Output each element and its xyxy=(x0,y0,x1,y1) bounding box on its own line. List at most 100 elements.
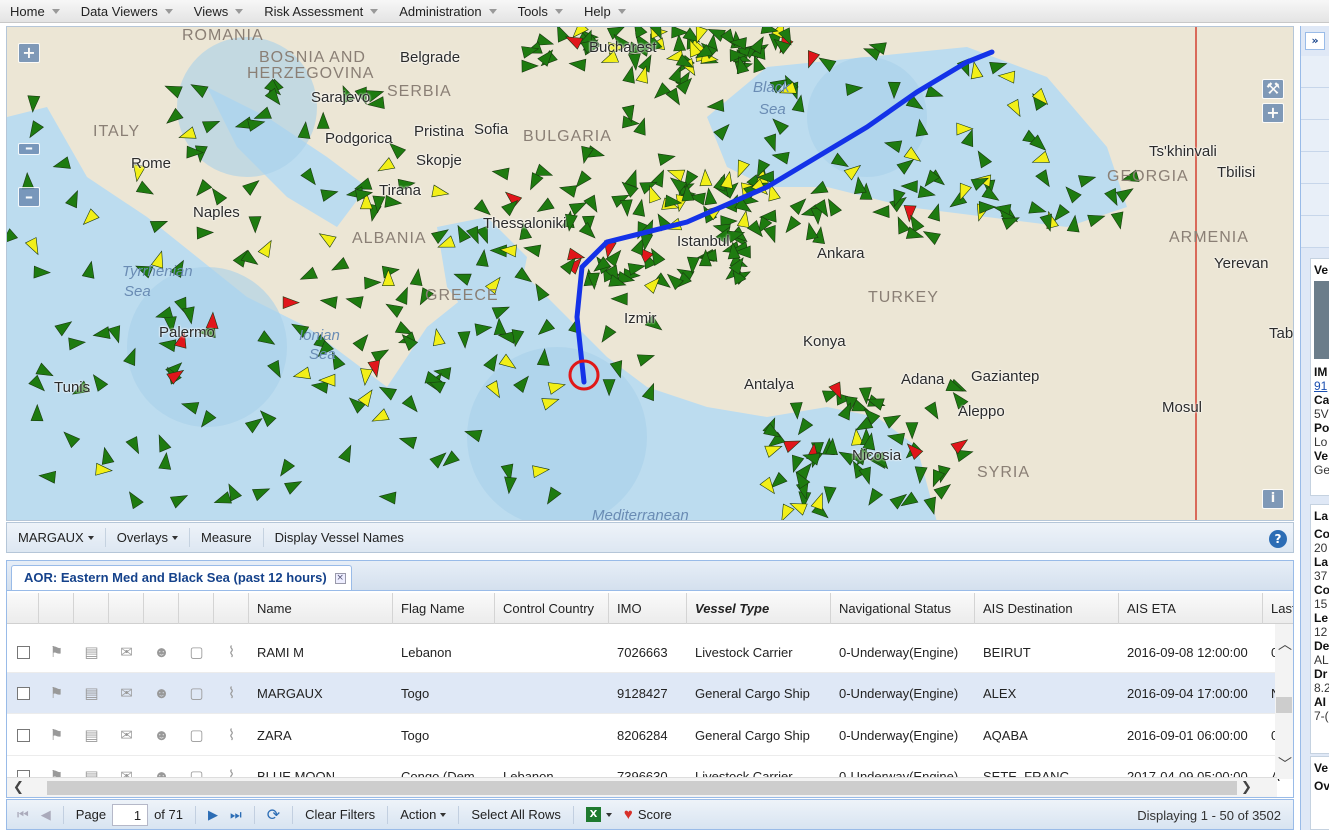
clipboard-icon[interactable]: ▤ xyxy=(74,642,109,662)
paperclip-icon[interactable]: ⌇ xyxy=(214,683,249,703)
action-menu[interactable]: Action xyxy=(400,807,447,822)
column-header-vessel-type[interactable]: Vessel Type xyxy=(687,593,831,624)
vessel-menu[interactable]: MARGAUX xyxy=(7,528,106,547)
column-header-ais-destination[interactable]: AIS Destination xyxy=(975,593,1119,624)
flag-icon[interactable]: ⚑ xyxy=(39,642,74,662)
people-icon[interactable]: ☻ xyxy=(144,725,179,745)
paperclip-icon[interactable]: ⌇ xyxy=(214,725,249,745)
row-checkbox[interactable] xyxy=(16,728,30,742)
scroll-thumb[interactable] xyxy=(47,781,1237,795)
display-vessel-names-button[interactable]: Display Vessel Names xyxy=(264,528,415,547)
scroll-up-icon[interactable]: ︿ xyxy=(1278,634,1292,654)
panel-strip[interactable] xyxy=(1301,88,1329,120)
table-row[interactable]: ⚑ ▤ ✉ ☻ ▢ ⌇ MARGAUX Togo 9128427 General Cargo Sh… xyxy=(7,673,1280,714)
column-header-flag-name[interactable]: Flag Name xyxy=(393,593,495,624)
vertical-scrollbar[interactable]: ︿ ﹀ xyxy=(1275,624,1293,779)
people-icon[interactable]: ☻ xyxy=(144,642,179,662)
horizontal-scrollbar[interactable]: ❮ ❯ xyxy=(7,777,1277,797)
envelope-icon[interactable]: ✉ xyxy=(109,642,144,662)
icon-column-header[interactable] xyxy=(179,593,214,624)
menu-tools[interactable]: Tools xyxy=(508,0,574,23)
flag-icon[interactable]: ⚑ xyxy=(39,683,74,703)
icon-column-header[interactable] xyxy=(214,593,249,624)
score-button[interactable]: ♥ Score xyxy=(624,806,672,823)
clipboard-icon[interactable]: ▤ xyxy=(74,725,109,745)
help-icon[interactable]: ? xyxy=(1269,530,1287,548)
close-icon[interactable]: × xyxy=(334,573,346,584)
note-icon[interactable]: ▢ xyxy=(179,725,214,745)
column-header-navigational-status[interactable]: Navigational Status xyxy=(831,593,975,624)
zoom-slider-handle[interactable]: – xyxy=(18,140,40,156)
map-canvas[interactable] xyxy=(7,27,1294,521)
cell-imo: 7026663 xyxy=(617,644,668,660)
envelope-icon[interactable]: ✉ xyxy=(109,683,144,703)
sea-label: Tyrrhenian xyxy=(122,263,193,280)
next-page-icon[interactable]: ▶ xyxy=(208,807,218,823)
panel-strip[interactable] xyxy=(1301,120,1329,152)
row-checkbox-cell[interactable] xyxy=(7,642,39,662)
icon-column-header[interactable] xyxy=(39,593,74,624)
expand-panel-button[interactable]: » xyxy=(1305,32,1325,50)
row-checkbox-cell[interactable] xyxy=(7,725,39,745)
row-checkbox[interactable] xyxy=(16,645,30,659)
cell-type: General Cargo Ship xyxy=(695,727,810,743)
tab-aor[interactable]: AOR: Eastern Med and Black Sea (past 12 … xyxy=(11,565,352,591)
scroll-right-icon[interactable]: ❯ xyxy=(1241,779,1252,795)
refresh-icon[interactable]: ⟳ xyxy=(267,805,280,825)
excel-export-button[interactable]: X xyxy=(585,807,612,822)
panel-strip[interactable] xyxy=(1301,56,1329,88)
clipboard-icon[interactable]: ▤ xyxy=(74,683,109,703)
icon-column-header[interactable] xyxy=(144,593,179,624)
menu-views[interactable]: Views xyxy=(184,0,254,23)
column-header-imo[interactable]: IMO xyxy=(609,593,687,624)
page-number-input[interactable]: 1 xyxy=(112,803,149,826)
add-layer-button[interactable]: + xyxy=(1262,103,1284,123)
info-icon[interactable]: i xyxy=(1262,489,1284,509)
table-row[interactable]: ⚑ ▤ ✉ ☻ ▢ ⌇ ZARA Togo 8206284 General Cargo Ship 0… xyxy=(7,715,1278,756)
column-header-name[interactable]: Name xyxy=(249,593,393,624)
zoom-out-button[interactable]: – xyxy=(18,187,40,207)
menu-data-viewers[interactable]: Data Viewers xyxy=(71,0,184,23)
city-label: Adana xyxy=(901,371,945,388)
row-checkbox[interactable] xyxy=(16,686,30,700)
clear-filters-button[interactable]: Clear Filters xyxy=(305,807,375,822)
separator xyxy=(387,805,389,824)
icon-column-header[interactable] xyxy=(109,593,144,624)
note-icon[interactable]: ▢ xyxy=(179,683,214,703)
menu-risk-assessment[interactable]: Risk Assessment xyxy=(254,0,389,23)
first-page-icon[interactable]: ⏮ xyxy=(17,807,29,823)
icon-column-header[interactable] xyxy=(74,593,109,624)
cell-flag: Togo xyxy=(401,685,430,701)
table-row[interactable]: ⚑ ▤ ✉ ☻ ▢ ⌇ RAMI M Lebanon 7026663 Livestock Carr… xyxy=(7,632,1278,673)
row-checkbox-cell[interactable] xyxy=(7,683,39,703)
panel-strip[interactable] xyxy=(1301,152,1329,184)
menu-administration[interactable]: Administration xyxy=(389,0,507,23)
note-icon[interactable]: ▢ xyxy=(179,642,214,662)
column-header-ais-eta[interactable]: AIS ETA xyxy=(1119,593,1263,624)
select-all-rows-button[interactable]: Select All Rows xyxy=(471,807,561,822)
detail-value[interactable]: 91 xyxy=(1311,379,1329,393)
envelope-icon[interactable]: ✉ xyxy=(109,725,144,745)
zoom-in-button[interactable]: + xyxy=(18,43,40,63)
prev-page-icon[interactable]: ◀ xyxy=(41,807,51,823)
scroll-down-icon[interactable]: ﹀ xyxy=(1278,754,1292,774)
flag-icon[interactable]: ⚑ xyxy=(39,725,74,745)
last-page-icon[interactable]: ⏭ xyxy=(230,807,242,823)
map-view[interactable]: BOSNIA AND HERZEGOVINA SERBIA ROMANIA ITALY B… xyxy=(6,26,1294,521)
scroll-left-icon[interactable]: ❮ xyxy=(13,779,24,795)
panel-strip[interactable] xyxy=(1301,184,1329,216)
separator xyxy=(195,805,196,824)
scroll-thumb[interactable] xyxy=(1276,697,1292,713)
paperclip-icon[interactable]: ⌇ xyxy=(214,642,249,662)
icon-column-header[interactable] xyxy=(7,593,39,624)
chevron-down-icon xyxy=(370,8,379,14)
menu-home[interactable]: Home xyxy=(0,0,71,23)
menu-help[interactable]: Help xyxy=(574,0,637,23)
overlays-menu[interactable]: Overlays xyxy=(106,528,191,547)
wrench-icon[interactable]: ⚒ xyxy=(1262,79,1284,99)
measure-button[interactable]: Measure xyxy=(190,528,264,547)
column-header-last[interactable]: Last xyxy=(1263,593,1293,624)
people-icon[interactable]: ☻ xyxy=(144,683,179,703)
column-header-control-country[interactable]: Control Country xyxy=(495,593,609,624)
panel-strip[interactable] xyxy=(1301,216,1329,248)
